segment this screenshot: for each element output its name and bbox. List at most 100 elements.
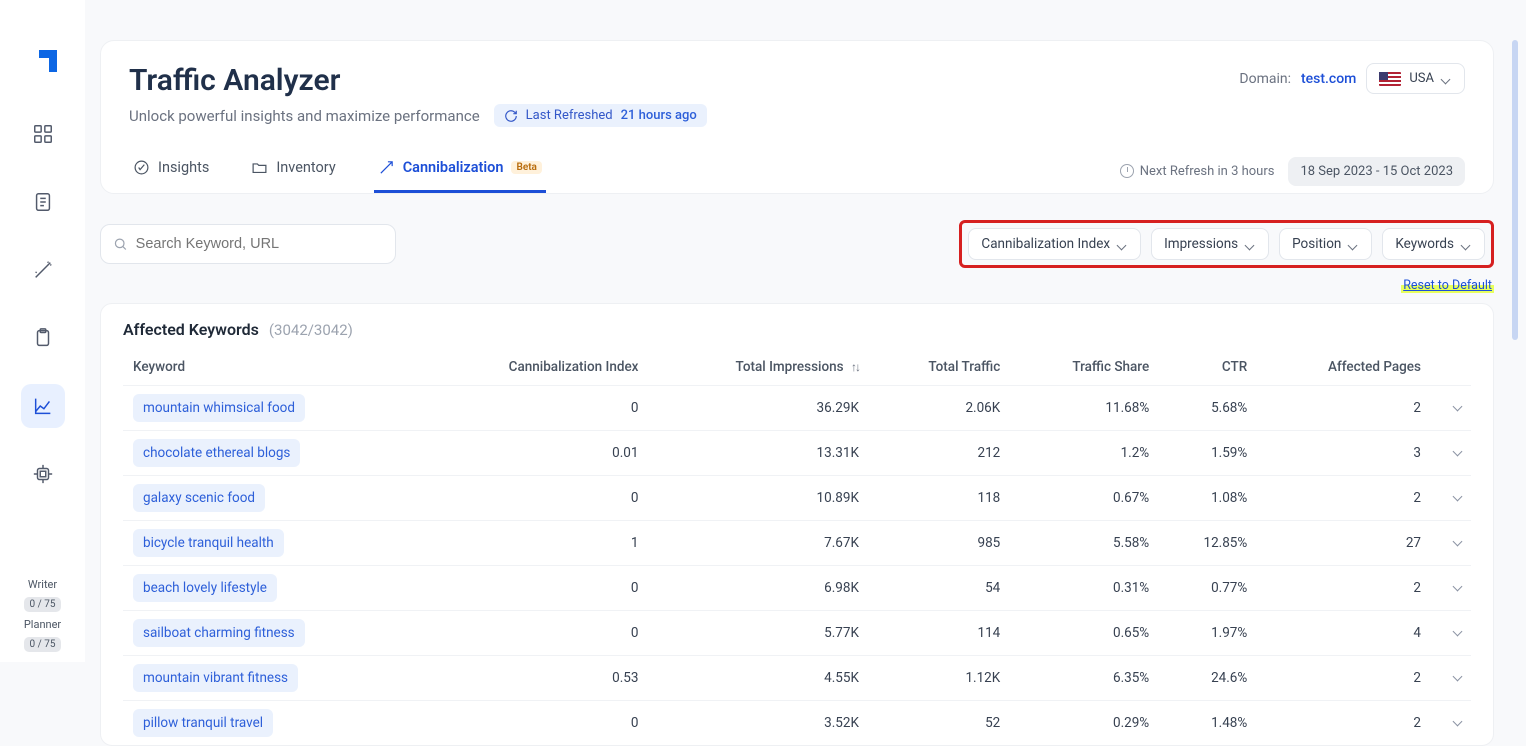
domain-value: test.com (1301, 71, 1356, 87)
tab-insights[interactable]: Insights (129, 149, 213, 193)
page-scrollbar[interactable] (1512, 40, 1518, 340)
cell-ctr: 1.97% (1159, 611, 1257, 656)
table-count: (3042/3042) (269, 321, 353, 339)
chevron-down-icon (1442, 74, 1452, 84)
cell-impressions: 5.77K (648, 611, 868, 656)
cell-ctr: 12.85% (1159, 521, 1257, 566)
cell-traffic: 54 (869, 566, 1010, 611)
chevron-down-icon (1454, 580, 1461, 596)
page-title: Traffic Analyzer (129, 63, 707, 98)
chevron-down-icon (1454, 670, 1461, 686)
expand-row-button[interactable] (1431, 431, 1471, 476)
refresh-value: 21 hours ago (621, 108, 697, 123)
writer-label: Writer (28, 578, 57, 591)
keyword-chip[interactable]: mountain whimsical food (133, 394, 305, 422)
keyword-chip[interactable]: bicycle tranquil health (133, 529, 284, 557)
cell-share: 0.31% (1010, 566, 1159, 611)
tab-inventory[interactable]: Inventory (247, 149, 339, 193)
sidebar-item-cpu[interactable] (21, 452, 65, 496)
expand-row-button[interactable] (1431, 656, 1471, 701)
tab-cannibalization[interactable]: Cannibalization Beta (374, 149, 546, 193)
header-card: Traffic Analyzer Unlock powerful insight… (100, 40, 1494, 194)
cell-share: 1.2% (1010, 431, 1159, 476)
cell-ctr: 0.77% (1159, 566, 1257, 611)
cell-ctr: 24.6% (1159, 656, 1257, 701)
table-row: pillow tranquil travel03.52K520.29%1.48%… (123, 701, 1471, 746)
keyword-chip[interactable]: chocolate ethereal blogs (133, 439, 300, 467)
next-refresh: Next Refresh in 3 hours (1120, 164, 1275, 179)
search-input[interactable] (136, 236, 383, 252)
chevron-down-icon (1454, 400, 1461, 416)
chevron-down-icon (1349, 239, 1359, 249)
cell-impressions: 3.52K (648, 701, 868, 746)
sidebar-item-clipboard[interactable] (21, 316, 65, 360)
filter-cannibalization-index[interactable]: Cannibalization Index (968, 228, 1141, 260)
table-row: galaxy scenic food010.89K1180.67%1.08%2 (123, 476, 1471, 521)
filters-highlight-box: Cannibalization Index Impressions Positi… (959, 220, 1494, 268)
chevron-down-icon (1462, 239, 1472, 249)
chevron-down-icon (1454, 625, 1461, 641)
tab-cannibalization-label: Cannibalization (403, 159, 504, 176)
keyword-chip[interactable]: beach lovely lifestyle (133, 574, 277, 602)
filter-position[interactable]: Position (1279, 228, 1372, 260)
expand-row-button[interactable] (1431, 521, 1471, 566)
cell-ci: 0 (418, 566, 648, 611)
col-share[interactable]: Traffic Share (1010, 349, 1159, 386)
country-select[interactable]: USA (1366, 63, 1465, 94)
sidebar-item-dashboard[interactable] (21, 112, 65, 156)
expand-row-button[interactable] (1431, 701, 1471, 746)
cell-ci: 0 (418, 476, 648, 521)
next-refresh-label: Next Refresh in 3 hours (1140, 164, 1275, 179)
col-ci[interactable]: Cannibalization Index (418, 349, 648, 386)
app-logo (29, 50, 57, 78)
cell-pages: 27 (1257, 521, 1431, 566)
cannibalization-icon (378, 159, 395, 176)
sidebar-item-notes[interactable] (21, 180, 65, 224)
table-row: mountain vibrant fitness0.534.55K1.12K6.… (123, 656, 1471, 701)
expand-row-button[interactable] (1431, 386, 1471, 431)
sidebar-item-magic[interactable] (21, 248, 65, 292)
cell-share: 0.29% (1010, 701, 1159, 746)
cell-ctr: 1.08% (1159, 476, 1257, 521)
reset-to-default-link[interactable]: Reset to Default (1401, 278, 1494, 293)
cell-share: 0.67% (1010, 476, 1159, 521)
col-pages[interactable]: Affected Pages (1257, 349, 1431, 386)
tab-insights-label: Insights (158, 159, 209, 176)
affected-keywords-card: Affected Keywords (3042/3042) Keyword Ca… (100, 303, 1494, 746)
cell-impressions: 7.67K (648, 521, 868, 566)
expand-row-button[interactable] (1431, 476, 1471, 521)
search-box[interactable] (100, 224, 396, 264)
cell-pages: 2 (1257, 701, 1431, 746)
chevron-down-icon (1454, 445, 1461, 461)
refresh-label: Last Refreshed (526, 108, 613, 123)
cell-traffic: 2.06K (869, 386, 1010, 431)
cell-traffic: 114 (869, 611, 1010, 656)
table-title: Affected Keywords (123, 320, 259, 339)
col-keyword[interactable]: Keyword (123, 349, 418, 386)
expand-row-button[interactable] (1431, 566, 1471, 611)
beta-badge: Beta (511, 161, 541, 174)
tab-inventory-label: Inventory (276, 159, 335, 176)
col-impressions[interactable]: Total Impressions ↑↓ (648, 349, 868, 386)
col-traffic[interactable]: Total Traffic (869, 349, 1010, 386)
cell-pages: 2 (1257, 656, 1431, 701)
table-row: beach lovely lifestyle06.98K540.31%0.77%… (123, 566, 1471, 611)
filter-keywords[interactable]: Keywords (1382, 228, 1485, 260)
filter-impressions[interactable]: Impressions (1151, 228, 1269, 260)
cell-pages: 2 (1257, 476, 1431, 521)
expand-row-button[interactable] (1431, 611, 1471, 656)
cell-share: 6.35% (1010, 656, 1159, 701)
keyword-chip[interactable]: sailboat charming fitness (133, 619, 305, 647)
col-ctr[interactable]: CTR (1159, 349, 1257, 386)
keyword-chip[interactable]: galaxy scenic food (133, 484, 265, 512)
cell-impressions: 13.31K (648, 431, 868, 476)
keywords-table: Keyword Cannibalization Index Total Impr… (123, 349, 1471, 745)
date-range-pill[interactable]: 18 Sep 2023 - 15 Oct 2023 (1288, 157, 1465, 186)
sidebar-item-analytics[interactable] (21, 384, 65, 428)
cell-ci: 0.53 (418, 656, 648, 701)
keyword-chip[interactable]: mountain vibrant fitness (133, 664, 298, 692)
keyword-chip[interactable]: pillow tranquil travel (133, 709, 273, 737)
last-refreshed-badge[interactable]: Last Refreshed 21 hours ago (494, 104, 707, 127)
table-row: chocolate ethereal blogs0.0113.31K2121.2… (123, 431, 1471, 476)
planner-label: Planner (24, 618, 61, 631)
